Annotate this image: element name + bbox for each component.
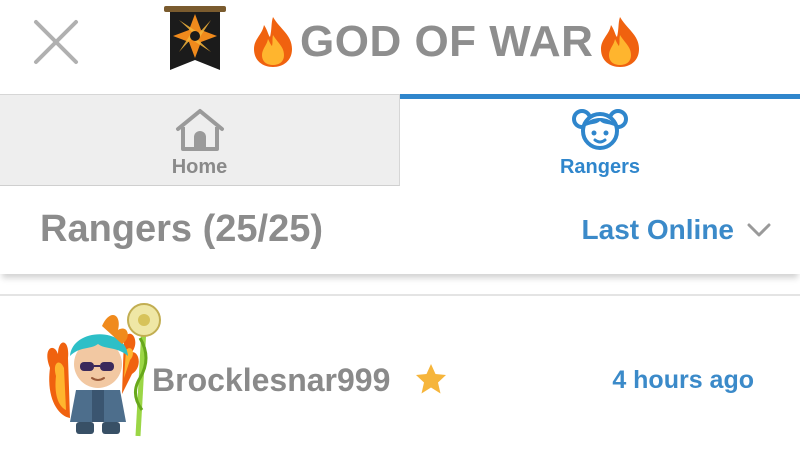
- sort-label: Last Online: [581, 214, 734, 245]
- guild-banner-icon: [164, 6, 226, 70]
- member-row[interactable]: Brocklesnar999 4 hours ago: [0, 296, 800, 454]
- tab-home[interactable]: Home: [0, 94, 400, 186]
- tab-home-label: Home: [171, 156, 228, 178]
- avatar: [47, 303, 161, 437]
- guild-title: GOD OF WAR: [300, 17, 594, 66]
- section-title: Rangers (25/25): [40, 208, 324, 250]
- tab-rangers[interactable]: Rangers: [400, 94, 800, 186]
- guild-rangers-screen: GOD OF WAR Home Rangers Rangers (25/25) …: [0, 0, 800, 454]
- member-name: Brocklesnar999: [152, 362, 391, 398]
- title-group: GOD OF WAR: [250, 12, 643, 72]
- home-icon: [175, 109, 224, 151]
- sort-dropdown[interactable]: Last Online: [582, 214, 772, 246]
- fire-emoji-icon: [601, 17, 640, 67]
- section-header: Rangers (25/25) Last Online: [0, 186, 800, 274]
- rangers-icon: [572, 109, 628, 150]
- tab-rangers-label: Rangers: [559, 156, 641, 178]
- close-icon[interactable]: [28, 14, 84, 70]
- header: GOD OF WAR: [0, 0, 800, 94]
- star-icon: [416, 364, 446, 394]
- tab-bar: Home Rangers: [0, 94, 800, 186]
- chevron-down-icon: [747, 223, 771, 237]
- last-online-time: 4 hours ago: [612, 366, 754, 394]
- fire-emoji-icon: [254, 17, 292, 67]
